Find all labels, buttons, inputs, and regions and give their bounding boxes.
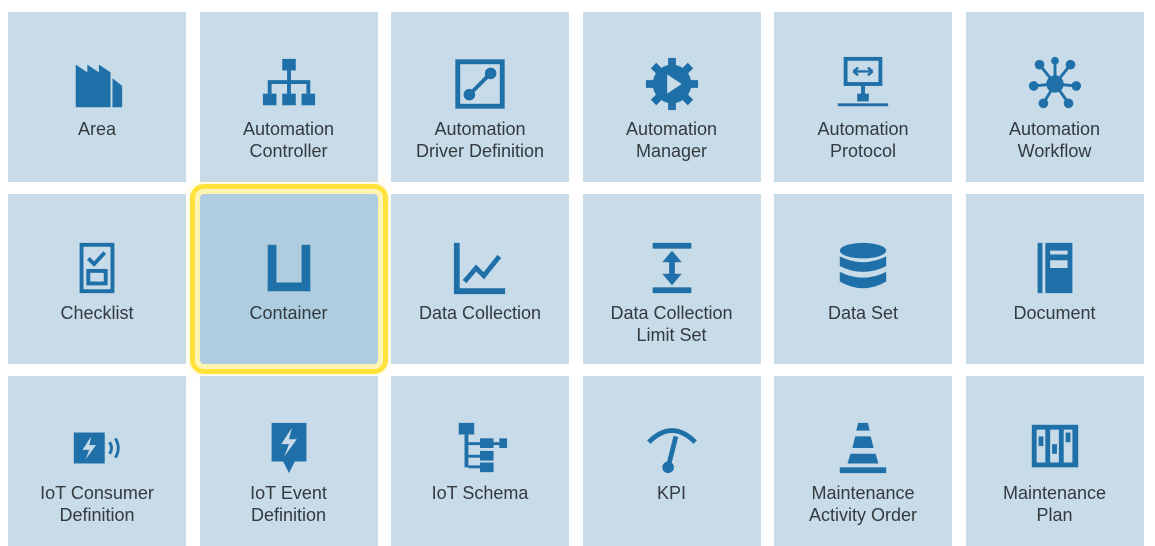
tile-area[interactable]: Area: [8, 12, 186, 182]
tile-label: Automation Driver Definition: [415, 119, 545, 161]
tile-label: Data Collection: [418, 303, 542, 323]
gauge-icon: [642, 418, 702, 478]
database-icon: [833, 238, 893, 298]
gear-play-icon: [642, 54, 702, 114]
tile-data-collection[interactable]: Data Collection: [391, 194, 569, 364]
document-icon: [1025, 238, 1085, 298]
tile-label: Data Collection Limit Set: [610, 303, 733, 345]
entity-tile-grid: Area Automation Controller Automation Dr…: [8, 0, 1155, 546]
line-chart-icon: [450, 238, 510, 298]
tile-label: Automation Protocol: [817, 119, 909, 161]
limit-set-icon: [642, 238, 702, 298]
tile-container[interactable]: Container: [189, 184, 388, 374]
tile-automation-controller[interactable]: Automation Controller: [199, 12, 378, 182]
tile-label: Area: [77, 119, 117, 139]
tile-document[interactable]: Document: [965, 194, 1144, 364]
schema-icon: [450, 418, 510, 478]
tile-label: Container: [249, 303, 328, 323]
tile-label: IoT Schema: [431, 483, 529, 503]
tile-iot-schema[interactable]: IoT Schema: [391, 376, 569, 546]
tile-label: Maintenance Activity Order: [808, 483, 918, 525]
tile-automation-manager[interactable]: Automation Manager: [582, 12, 761, 182]
protocol-icon: [833, 54, 893, 114]
iot-event-icon: [259, 418, 319, 478]
tile-maintenance-plan[interactable]: Maintenance Plan: [965, 376, 1144, 546]
tile-kpi[interactable]: KPI: [582, 376, 761, 546]
tile-iot-event-definition[interactable]: IoT Event Definition: [199, 376, 378, 546]
tile-automation-workflow[interactable]: Automation Workflow: [965, 12, 1144, 182]
checklist-icon: [67, 238, 127, 298]
tile-automation-driver-definition[interactable]: Automation Driver Definition: [391, 12, 569, 182]
container-icon: [259, 238, 319, 298]
tile-label: Document: [1013, 303, 1096, 323]
tile-label: Checklist: [60, 303, 134, 323]
tile-label: IoT Consumer Definition: [40, 483, 154, 525]
cone-icon: [833, 418, 893, 478]
workflow-icon: [1025, 54, 1085, 114]
tile-label: Automation Controller: [242, 119, 335, 161]
driver-icon: [450, 54, 510, 114]
tile-data-collection-limit-set[interactable]: Data Collection Limit Set: [582, 194, 761, 364]
iot-consumer-icon: [67, 418, 127, 478]
tile-label: Data Set: [827, 303, 899, 323]
tile-label: Automation Workflow: [1008, 119, 1101, 161]
tile-automation-protocol[interactable]: Automation Protocol: [774, 12, 952, 182]
tile-label: Maintenance Plan: [1002, 483, 1107, 525]
tile-label: IoT Event Definition: [250, 483, 327, 525]
tile-label: KPI: [656, 483, 686, 503]
hierarchy-icon: [259, 54, 319, 114]
tile-checklist[interactable]: Checklist: [8, 194, 186, 364]
tile-label: Automation Manager: [625, 119, 718, 161]
tile-data-set[interactable]: Data Set: [774, 194, 952, 364]
tile-maintenance-activity-order[interactable]: Maintenance Activity Order: [774, 376, 952, 546]
factory-icon: [67, 54, 127, 114]
plan-icon: [1025, 418, 1085, 478]
tile-iot-consumer-definition[interactable]: IoT Consumer Definition: [8, 376, 186, 546]
